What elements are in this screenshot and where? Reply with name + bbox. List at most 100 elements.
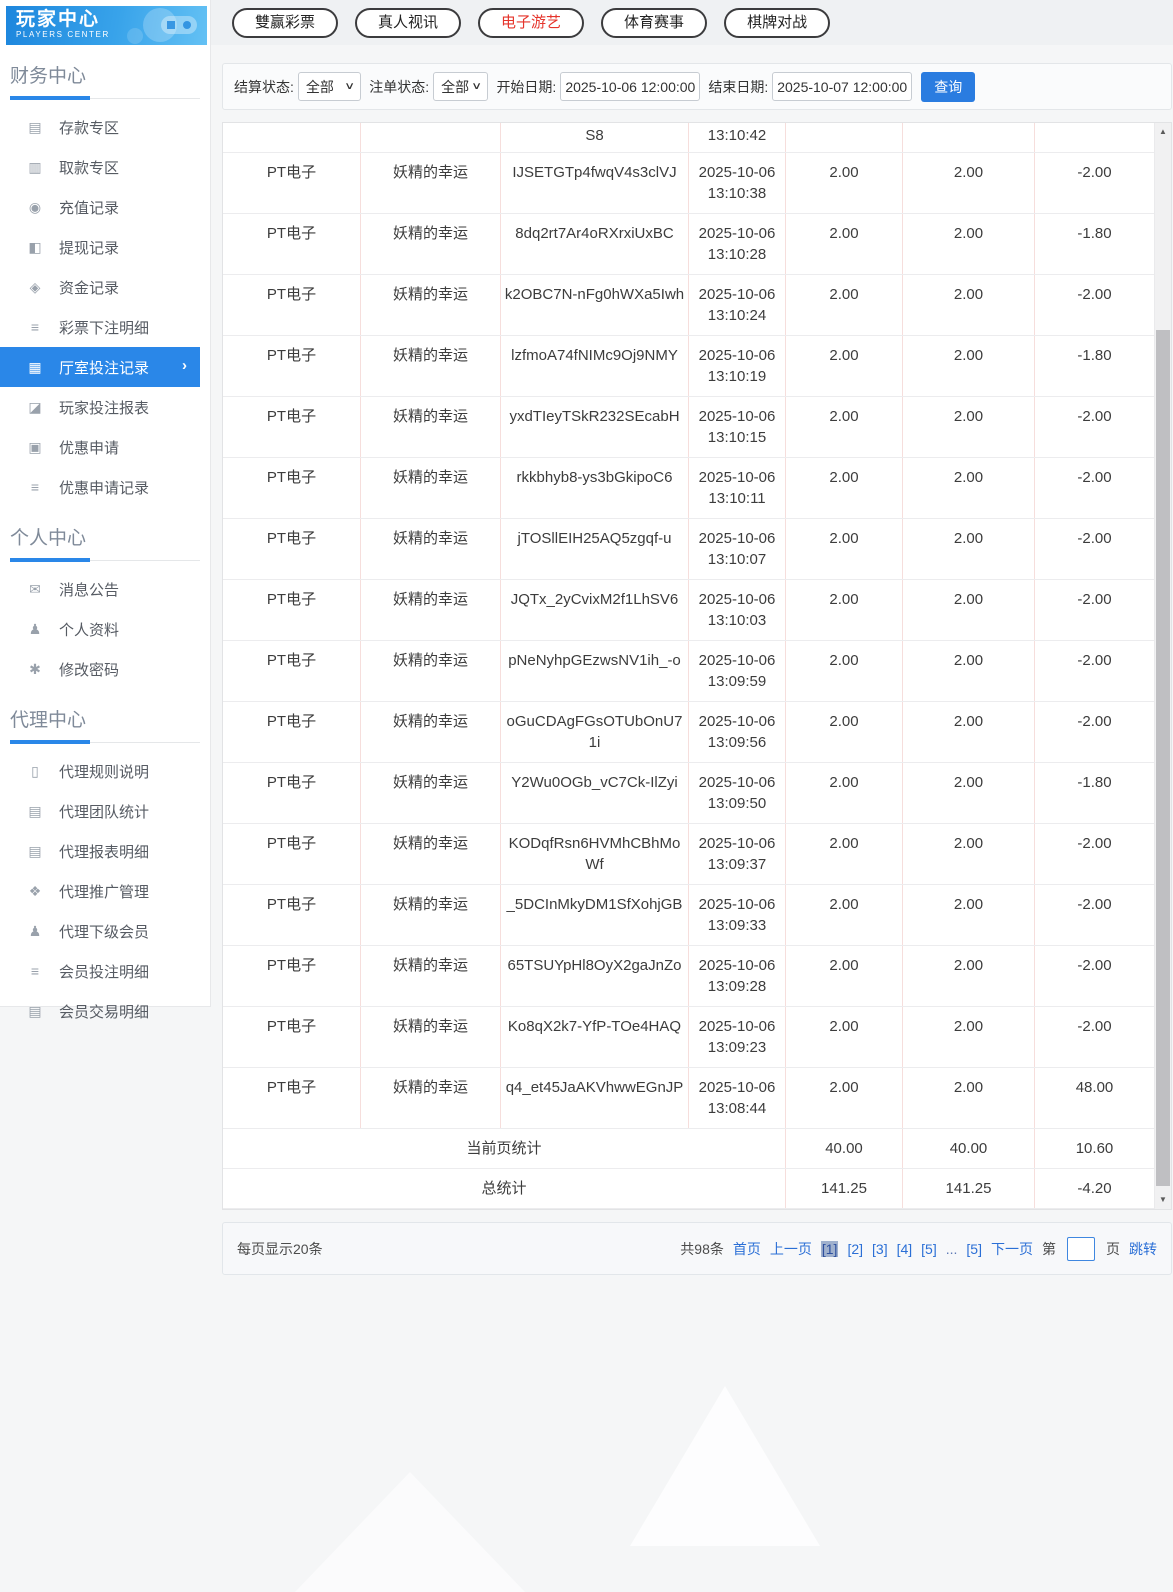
settle-status-select[interactable]: 全部 ∨: [297, 72, 362, 101]
summary-valid: 141.25: [903, 1169, 1035, 1208]
cell-datetime: 2025-10-06 13:09:28: [689, 946, 786, 1006]
page-number-link[interactable]: [3]: [872, 1241, 888, 1257]
sidebar-item-agent-promotion[interactable]: ❖ 代理推广管理 ›: [0, 871, 210, 911]
sidebar-item-funds-records[interactable]: ◈ 资金记录 ›: [0, 267, 210, 307]
cell-order-id: Ko8qX2k7-YfP-TOe4HAQ: [501, 1007, 689, 1067]
order-status-select[interactable]: 全部 ∨: [433, 72, 489, 101]
gear-icon: ✱: [29, 660, 41, 677]
per-page-label: 每页显示20条: [237, 1240, 323, 1257]
cell-bet-amount: 2.00: [786, 946, 903, 1006]
first-page-link[interactable]: 首页: [733, 1239, 761, 1259]
vertical-scrollbar[interactable]: ▲ ▼: [1154, 123, 1171, 1209]
end-date-input[interactable]: [772, 72, 913, 101]
table-row: PT电子 妖精的幸运 yxdTIeyTSkR232SEcabH 2025-10-…: [223, 397, 1155, 458]
cell-winloss: -2.00: [1035, 519, 1155, 579]
start-date-input[interactable]: [560, 72, 701, 101]
summary-bet: 141.25: [786, 1169, 903, 1208]
table-row: PT电子 妖精的幸运 oGuCDAgFGsOTUbOnU71i 2025-10-…: [223, 702, 1155, 763]
cell-bet-amount: 2.00: [786, 153, 903, 213]
page-number-link[interactable]: [1]: [820, 1240, 839, 1257]
cell-valid-bet: 2.00: [903, 153, 1035, 213]
report-chart-icon: ◪: [28, 398, 42, 415]
sidebar-item-recharge-records[interactable]: ◉ 充值记录 ›: [0, 187, 210, 227]
sidebar-item-agent-rules[interactable]: ▯ 代理规则说明 ›: [0, 751, 210, 791]
cell-winloss: -2.00: [1035, 641, 1155, 701]
sidebar-item-label: 资金记录: [59, 279, 120, 297]
cell-datetime: 2025-10-06 13:10:19: [689, 336, 786, 396]
sidebar-item-profile[interactable]: ♟ 个人资料 ›: [0, 609, 210, 649]
nav-tab-live-video[interactable]: 真人视讯: [355, 7, 462, 38]
sidebar-item-promo-application[interactable]: ▣ 优惠申请 ›: [0, 427, 210, 467]
page-number-link[interactable]: [5]: [921, 1241, 937, 1257]
cell-order-id: q4_et45JaAKVhwwEGnJP: [501, 1068, 689, 1128]
nav-tab-lottery[interactable]: 雙赢彩票: [232, 7, 339, 38]
cell-venue: PT电子: [223, 946, 361, 1006]
sidebar-item-agent-sub-members[interactable]: ♟ 代理下级会员 ›: [0, 911, 210, 951]
prev-page-link[interactable]: 上一页: [770, 1239, 812, 1259]
cell-venue: PT电子: [223, 763, 361, 823]
sidebar-section: 代理中心 ▯ 代理规则说明 › ▤ 代理团队统计 › ▤ 代理报表明细 › ❖ …: [0, 699, 210, 1031]
table-row: PT电子 妖精的幸运 jTOSllEIH25AQ5zgqf-u 2025-10-…: [223, 519, 1155, 580]
wallet-icon: ◧: [28, 238, 42, 255]
sidebar-item-change-password[interactable]: ✱ 修改密码 ›: [0, 649, 210, 689]
stats-book-icon: ▤: [28, 802, 42, 819]
cell-game: 妖精的幸运: [361, 336, 501, 396]
page-number-link[interactable]: [4]: [897, 1241, 913, 1257]
pagination-bar: 每页显示20条 共98条 首页 上一页 [1] [2] [3] [4] [5]... [5…: [222, 1222, 1172, 1275]
cell-order-id: lzfmoA74fNIMc9Oj9NMY: [501, 336, 689, 396]
sidebar-item-withdrawal-records[interactable]: ◧ 提现记录 ›: [0, 227, 210, 267]
settle-status-label: 结算状态:: [234, 78, 294, 95]
cell-order-id: jTOSllEIH25AQ5zgqf-u: [501, 519, 689, 579]
cell-winloss: -2.00: [1035, 153, 1155, 213]
cell-game: 妖精的幸运: [361, 702, 501, 762]
sidebar-item-player-bet-report[interactable]: ◪ 玩家投注报表 ›: [0, 387, 210, 427]
scrollbar-thumb[interactable]: [1156, 330, 1170, 1186]
sidebar-item-member-transaction-details[interactable]: ▤ 会员交易明细 ›: [0, 991, 210, 1031]
sidebar-item-announcements[interactable]: ✉ 消息公告 ›: [0, 569, 210, 609]
scroll-up-arrow-icon[interactable]: ▲: [1155, 124, 1171, 140]
sidebar-item-label: 会员投注明细: [59, 963, 150, 981]
list-icon: ≡: [30, 319, 40, 335]
scroll-down-arrow-icon[interactable]: ▼: [1155, 1192, 1171, 1208]
main-content: 雙赢彩票 真人视讯 电子游艺 体育赛事 棋牌对战 结算状态: 全部 ∨ 注单状态: 全部…: [211, 0, 1173, 1546]
cell-valid-bet: 2.00: [903, 214, 1035, 274]
sidebar-item-agent-team-stats[interactable]: ▤ 代理团队统计 ›: [0, 791, 210, 831]
cell-order-id: 8dq2rt7Ar4oRXrxiUxBC: [501, 214, 689, 274]
cell-datetime: 2025-10-06 13:10:28: [689, 214, 786, 274]
sidebar-item-label: 优惠申请: [59, 439, 120, 457]
cell-order-id: 65TSUYpHl8OyX2gaJnZo: [501, 946, 689, 1006]
next-page-link[interactable]: 下一页: [991, 1239, 1033, 1259]
order-status-value: 全部: [441, 78, 470, 95]
cell-datetime: 2025-10-06 13:10:38: [689, 153, 786, 213]
cell-winloss: -2.00: [1035, 1007, 1155, 1067]
search-button[interactable]: 查询: [921, 71, 976, 102]
cell-bet-amount: 2.00: [786, 519, 903, 579]
cell-bet-amount: 2.00: [786, 275, 903, 335]
bank-card-icon: ▤: [28, 118, 42, 135]
sidebar-item-lottery-bet-details[interactable]: ≡ 彩票下注明细 ›: [0, 307, 210, 347]
jump-page-input[interactable]: [1067, 1236, 1095, 1261]
cell-order-id: yxdTIeyTSkR232SEcabH: [501, 397, 689, 457]
sidebar-item-withdraw-zone[interactable]: ▥ 取款专区 ›: [0, 147, 210, 187]
sidebar-section: 财务中心 ▤ 存款专区 › ▥ 取款专区 › ◉ 充值记录 › ◧ 提现记录 ›…: [0, 55, 210, 507]
cell-venue: PT电子: [223, 519, 361, 579]
sidebar-item-member-bet-details[interactable]: ≡ 会员投注明细 ›: [0, 951, 210, 991]
nav-tab-electronic-games[interactable]: 电子游艺: [478, 7, 585, 38]
cell-datetime: 2025-10-06 13:09:37: [689, 824, 786, 884]
sidebar-item-deposit-zone[interactable]: ▤ 存款专区 ›: [0, 107, 210, 147]
cell-datetime: 2025-10-06 13:10:15: [689, 397, 786, 457]
page-number-link[interactable]: [2]: [847, 1241, 863, 1257]
cell-order-id: KODqfRsn6HVMhCBhMoWf: [501, 824, 689, 884]
cell-game: 妖精的幸运: [361, 824, 501, 884]
sidebar-item-venue-bet-records[interactable]: ▦ 厅室投注记录 ›: [0, 347, 200, 387]
jump-button[interactable]: 跳转: [1129, 1239, 1157, 1259]
nav-tab-sports[interactable]: 体育赛事: [601, 7, 708, 38]
table-row: PT电子 妖精的幸运 8dq2rt7Ar4oRXrxiUxBC 2025-10-…: [223, 214, 1155, 275]
table-row: PT电子 妖精的幸运 Ko8qX2k7-YfP-TOe4HAQ 2025-10-…: [223, 1007, 1155, 1068]
sidebar-item-agent-report-details[interactable]: ▤ 代理报表明细 ›: [0, 831, 210, 871]
nav-tab-board-games[interactable]: 棋牌对战: [724, 7, 831, 38]
sidebar-item-promo-application-records[interactable]: ≡ 优惠申请记录 ›: [0, 467, 210, 507]
page-number-link[interactable]: [5]: [966, 1241, 982, 1257]
total-count: 共98条: [680, 1240, 724, 1257]
cell-order-id: IJSETGTp4fwqV4s3clVJ: [501, 153, 689, 213]
